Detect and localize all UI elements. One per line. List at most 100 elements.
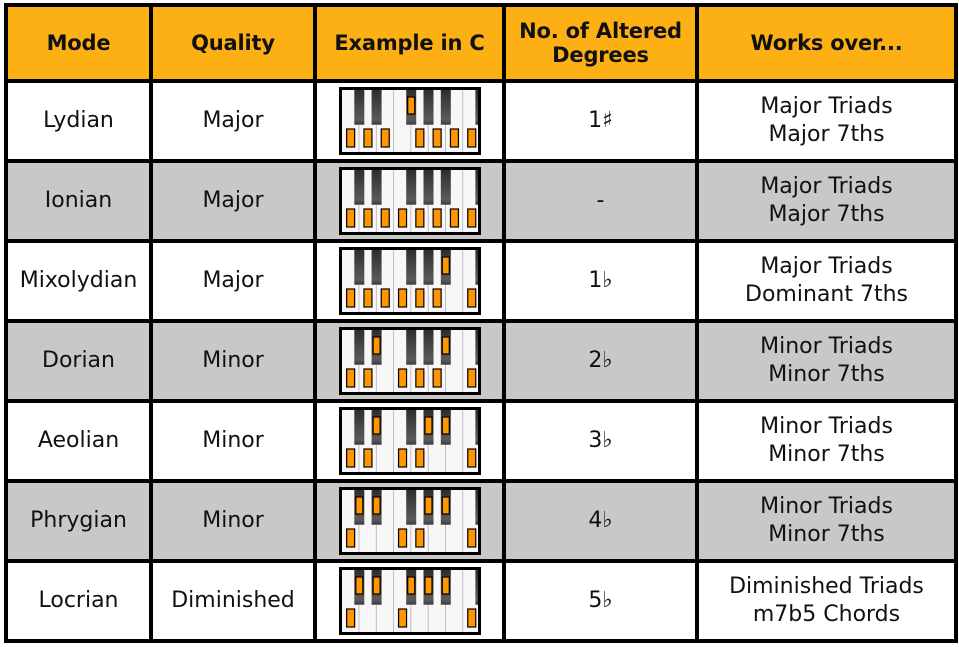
note-marker-asharp: [441, 416, 450, 435]
quality-cell: Minor: [149, 399, 317, 483]
black-key-fsharp: [405, 410, 416, 445]
note-marker-f: [397, 288, 407, 308]
note-marker-b: [449, 128, 459, 148]
note-marker-asharp: [441, 336, 450, 355]
note-marker-d: [362, 448, 373, 468]
note-marker-e: [380, 208, 390, 228]
altered-cell: 4♭: [502, 479, 699, 563]
quality-cell: Diminished: [149, 559, 317, 643]
example-cell: [313, 559, 506, 643]
quality-cell: Minor: [149, 319, 317, 403]
note-marker-dsharp: [371, 496, 381, 515]
table-row-aeolian: Aeolian Minor 3♭ Minor Triads Minor 7ths: [4, 399, 958, 483]
note-marker-c: [345, 368, 355, 388]
table-row-lydian: Lydian Major 1♯ Major Triads Major 7ths: [4, 79, 958, 163]
keyboard-frame-right: [477, 167, 481, 235]
note-marker-c: [345, 448, 355, 468]
note-marker-f: [397, 368, 407, 388]
example-cell: [313, 239, 506, 323]
black-key-csharp: [353, 90, 364, 125]
quality-cell: Major: [149, 159, 317, 243]
example-cell: [313, 79, 506, 163]
black-key-fsharp: [405, 330, 416, 365]
works-line: Minor 7ths: [768, 362, 885, 387]
altered-cell: -: [502, 159, 699, 243]
mode-cell: Aeolian: [4, 399, 153, 483]
altered-cell: 5♭: [502, 559, 699, 643]
altered-cell: 1♯: [502, 79, 699, 163]
note-marker-b: [449, 208, 459, 228]
table-row-locrian: Locrian Diminished 5♭ Diminished Triads m…: [4, 559, 958, 643]
note-marker-c: [345, 208, 355, 228]
black-key-csharp: [353, 250, 364, 285]
mode-cell: Mixolydian: [4, 239, 153, 323]
header-quality: Quality: [149, 3, 317, 83]
note-marker-dsharp: [371, 336, 381, 355]
works-line: m7b5 Chords: [752, 602, 901, 627]
piano-keyboard: [317, 87, 502, 155]
black-key-csharp: [353, 410, 364, 445]
mode-cell: Lydian: [4, 79, 153, 163]
piano-keyboard-svg: [338, 567, 481, 635]
note-marker-f: [397, 528, 407, 548]
mode-cell: Dorian: [4, 319, 153, 403]
piano-keyboard-svg: [338, 247, 481, 315]
works-line: Major Triads: [760, 174, 893, 199]
piano-keyboard-svg: [338, 407, 481, 475]
header-row: Mode Quality Example in C No. of Altered…: [4, 3, 958, 83]
note-marker-csharp: [354, 576, 363, 595]
black-key-csharp: [353, 330, 364, 365]
note-marker-c: [345, 608, 355, 628]
black-key-fsharp: [405, 170, 416, 205]
note-marker-fsharp: [406, 96, 415, 115]
note-marker-d: [362, 288, 373, 308]
note-marker-g: [414, 288, 424, 308]
note-marker-c: [345, 528, 355, 548]
works-cell: Major Triads Major 7ths: [695, 159, 958, 243]
keyboard-frame-right: [477, 407, 481, 475]
note-marker-g: [414, 128, 424, 148]
note-marker-gsharp: [423, 416, 433, 435]
note-marker-asharp: [441, 256, 450, 275]
piano-keyboard-svg: [338, 327, 481, 395]
note-marker-dsharp: [371, 416, 381, 435]
note-marker-a: [432, 368, 442, 388]
keyboard-frame-right: [477, 247, 481, 315]
works-line: Minor Triads: [760, 334, 893, 359]
piano-keyboard-svg: [338, 167, 481, 235]
mode-cell: Locrian: [4, 559, 153, 643]
works-line: Diminished Triads: [729, 574, 924, 599]
note-marker-d: [362, 368, 373, 388]
note-marker-gsharp: [423, 576, 433, 595]
note-marker-c: [345, 128, 355, 148]
works-line: Minor 7ths: [768, 522, 885, 547]
works-line: Major Triads: [760, 94, 893, 119]
black-key-gsharp: [423, 330, 433, 365]
note-marker-dsharp: [371, 576, 381, 595]
example-cell: [313, 159, 506, 243]
note-marker-c2: [466, 528, 476, 548]
table-row-ionian: Ionian Major - Major Triads Major 7ths: [4, 159, 958, 243]
black-key-gsharp: [423, 250, 433, 285]
note-marker-f: [397, 208, 407, 228]
quality-cell: Major: [149, 239, 317, 323]
note-marker-g: [414, 528, 424, 548]
altered-cell: 2♭: [502, 319, 699, 403]
note-marker-c2: [466, 288, 476, 308]
keyboard-frame-right: [477, 487, 481, 555]
altered-cell: 1♭: [502, 239, 699, 323]
altered-cell: 3♭: [502, 399, 699, 483]
header-altered-degrees: No. of Altered Degrees: [502, 3, 699, 83]
works-cell: Minor Triads Minor 7ths: [695, 399, 958, 483]
works-line: Minor Triads: [760, 494, 893, 519]
black-key-fsharp: [405, 490, 416, 525]
note-marker-fsharp: [406, 576, 415, 595]
note-marker-asharp: [441, 496, 450, 515]
note-marker-a: [432, 128, 442, 148]
note-marker-asharp: [441, 576, 450, 595]
note-marker-c2: [466, 208, 476, 228]
table-row-dorian: Dorian Minor 2♭ Minor Triads Minor 7ths: [4, 319, 958, 403]
note-marker-g: [414, 448, 424, 468]
note-marker-g: [414, 368, 424, 388]
example-cell: [313, 479, 506, 563]
